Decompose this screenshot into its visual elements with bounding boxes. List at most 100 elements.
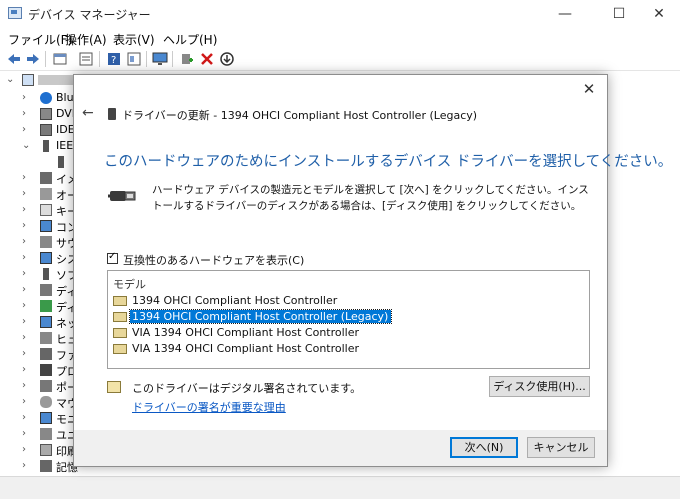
- minimize-button[interactable]: —: [542, 0, 588, 28]
- firmware-icon: [40, 348, 52, 360]
- model-list-header: モデル: [113, 278, 146, 291]
- processor-icon: [40, 364, 52, 376]
- driver-package-icon: [113, 328, 127, 338]
- chevron-right-icon[interactable]: ›: [22, 410, 26, 426]
- monitor-icon: [40, 412, 52, 424]
- chevron-right-icon[interactable]: ›: [22, 330, 26, 346]
- compatible-hardware-checkbox[interactable]: [107, 251, 118, 264]
- menu-action[interactable]: 操作(A): [65, 31, 107, 48]
- chevron-right-icon[interactable]: ›: [22, 362, 26, 378]
- menu-view[interactable]: 表示(V): [113, 31, 155, 48]
- list-icon[interactable]: [78, 51, 94, 67]
- model-list[interactable]: モデル 1394 OHCI Compliant Host Controller …: [107, 270, 590, 369]
- window-title: デバイス マネージャー: [28, 8, 151, 22]
- driver-package-icon: [113, 296, 127, 306]
- chevron-right-icon[interactable]: ›: [22, 234, 26, 250]
- usb-cable-icon: [108, 185, 142, 207]
- sound-icon: [40, 236, 52, 248]
- monitor-icon[interactable]: [152, 51, 168, 67]
- disable-icon[interactable]: [219, 51, 235, 67]
- mouse-icon: [40, 396, 52, 408]
- add-driver-icon[interactable]: [179, 51, 195, 67]
- help-icon[interactable]: ?: [106, 51, 122, 67]
- chevron-right-icon[interactable]: ›: [22, 122, 26, 138]
- tree-item-label: Blu: [56, 91, 74, 104]
- storage-icon: [40, 460, 52, 472]
- dialog-header-title: ドライバーの更新 - 1394 OHCI Compliant Host Cont…: [122, 109, 478, 122]
- model-item[interactable]: 1394 OHCI Compliant Host Controller: [113, 293, 353, 309]
- chevron-right-icon[interactable]: ›: [22, 282, 26, 298]
- have-disk-button[interactable]: ディスク使用(H)...: [489, 376, 590, 397]
- imaging-icon: [40, 172, 52, 184]
- signed-driver-text: このドライバーはデジタル署名されています。: [132, 382, 362, 395]
- dialog-description: ハードウェア デバイスの製造元とモデルを選択して [次へ] をクリックしてくださ…: [152, 184, 589, 212]
- ide-icon: [40, 124, 52, 136]
- model-item-label: VIA 1394 OHCI Compliant Host Controller: [132, 342, 360, 355]
- chevron-right-icon[interactable]: ›: [22, 298, 26, 314]
- device-connector-icon: [108, 108, 116, 120]
- back-icon[interactable]: [6, 51, 22, 67]
- tree-item-label: IDE: [56, 123, 75, 136]
- system-icon: [40, 252, 52, 264]
- chevron-down-icon[interactable]: ⌄: [22, 138, 30, 154]
- device-manager-titlebar: デバイス マネージャー — ☐ ✕: [0, 0, 680, 28]
- model-item[interactable]: VIA 1394 OHCI Compliant Host Controller: [113, 341, 359, 357]
- software-icon: [43, 268, 49, 280]
- chevron-right-icon[interactable]: ›: [22, 266, 26, 282]
- compatible-hardware-label[interactable]: 互換性のあるハードウェアを表示(C): [123, 252, 304, 268]
- keyboard-icon: [40, 204, 52, 216]
- cancel-button[interactable]: キャンセル: [527, 437, 595, 458]
- chevron-right-icon[interactable]: ›: [22, 106, 26, 122]
- ieee-child-icon: [58, 156, 64, 168]
- chevron-right-icon[interactable]: ›: [22, 186, 26, 202]
- tree-root-label: [38, 75, 74, 85]
- model-item[interactable]: VIA 1394 OHCI Compliant Host Controller: [113, 325, 359, 341]
- chevron-right-icon[interactable]: ›: [22, 442, 26, 458]
- printer-icon: [40, 444, 52, 456]
- chevron-right-icon[interactable]: ›: [22, 346, 26, 362]
- device-manager-app-icon: [8, 7, 22, 19]
- next-button[interactable]: 次へ(N): [450, 437, 518, 458]
- chevron-right-icon[interactable]: ›: [22, 170, 26, 186]
- signing-importance-link[interactable]: ドライバーの署名が重要な理由: [132, 399, 286, 415]
- properties-icon[interactable]: [52, 51, 68, 67]
- menu-file[interactable]: ファイル(F): [8, 31, 72, 48]
- chevron-right-icon[interactable]: ›: [22, 458, 26, 474]
- chevron-right-icon[interactable]: ›: [22, 218, 26, 234]
- hid-icon: [40, 332, 52, 344]
- model-item-label: 1394 OHCI Compliant Host Controller: [132, 294, 338, 307]
- svg-text:?: ?: [111, 55, 116, 66]
- signed-driver-icon: [107, 381, 121, 393]
- disk-icon: [40, 284, 52, 296]
- dvd-icon: [40, 108, 52, 120]
- chevron-down-icon[interactable]: ⌄: [6, 72, 14, 88]
- menu-help[interactable]: ヘルプ(H): [163, 31, 217, 48]
- chevron-right-icon[interactable]: ›: [22, 202, 26, 218]
- model-item-label: 1394 OHCI Compliant Host Controller (Leg…: [128, 309, 393, 324]
- chevron-right-icon[interactable]: ›: [22, 90, 26, 106]
- ieee-icon: [43, 140, 49, 152]
- driver-package-icon: [113, 344, 127, 354]
- model-item-selected[interactable]: 1394 OHCI Compliant Host Controller (Leg…: [113, 309, 393, 325]
- chevron-right-icon[interactable]: ›: [22, 250, 26, 266]
- chevron-right-icon[interactable]: ›: [22, 394, 26, 410]
- usb-icon: [40, 428, 52, 440]
- chevron-right-icon[interactable]: ›: [22, 378, 26, 394]
- close-window-button[interactable]: ✕: [636, 0, 680, 28]
- update-driver-dialog: ✕ ← ドライバーの更新 - 1394 OHCI Compliant Host …: [73, 74, 672, 467]
- chevron-right-icon[interactable]: ›: [22, 426, 26, 442]
- status-bar: [0, 476, 680, 499]
- dialog-footer: 次へ(N) キャンセル: [74, 430, 607, 466]
- port-icon: [40, 380, 52, 392]
- computer-icon: [40, 220, 52, 232]
- audio-icon: [40, 188, 52, 200]
- chevron-right-icon[interactable]: ›: [22, 314, 26, 330]
- dialog-close-button[interactable]: ✕: [577, 79, 601, 99]
- forward-icon[interactable]: [25, 51, 41, 67]
- uninstall-icon[interactable]: [199, 51, 215, 67]
- computer-icon: [22, 74, 34, 86]
- bluetooth-icon: [40, 92, 52, 104]
- back-arrow-icon[interactable]: ←: [82, 105, 94, 121]
- view-icon[interactable]: [126, 51, 142, 67]
- display-icon: [40, 300, 52, 312]
